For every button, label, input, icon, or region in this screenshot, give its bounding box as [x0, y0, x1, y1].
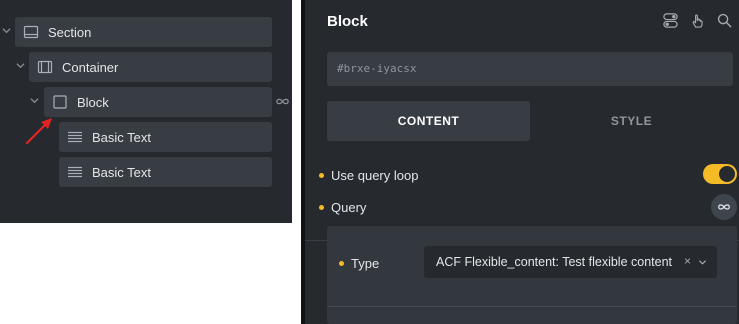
clear-icon[interactable]: ×: [684, 254, 691, 268]
text-lines-icon: [68, 166, 82, 178]
query-settings-popup: Type ACF Flexible_content: Test flexible…: [327, 226, 737, 324]
panel-header-actions: [662, 12, 733, 29]
block-icon: [53, 95, 67, 109]
chevron-down-icon[interactable]: [14, 52, 26, 82]
changed-indicator: [319, 173, 324, 178]
structure-item-label: Block: [77, 94, 109, 110]
text-lines-icon: [68, 131, 82, 143]
toggle-knob: [719, 166, 735, 182]
chevron-down-icon[interactable]: [0, 17, 12, 47]
structure-item-label: Section: [48, 24, 92, 40]
type-label: Type: [351, 256, 380, 271]
structure-item-label: Basic Text: [92, 164, 152, 180]
changed-indicator: [319, 205, 324, 210]
divider: [327, 306, 737, 307]
structure-item-section[interactable]: Section: [15, 17, 272, 47]
use-query-loop-control: Use query loop: [315, 164, 737, 188]
container-icon: [37, 60, 53, 74]
block-settings-panel: Block #brxe-iyacsx CONTENT STYLE Use que…: [301, 0, 739, 324]
section-icon: [23, 25, 39, 39]
search-icon[interactable]: [716, 12, 733, 29]
tab-style[interactable]: STYLE: [530, 101, 733, 141]
structure-item-label: Container: [62, 59, 119, 75]
use-query-loop-label: Use query loop: [331, 168, 419, 183]
structure-panel: Section Container Block Basic Text Basic…: [0, 0, 292, 223]
use-query-loop-toggle[interactable]: [703, 164, 737, 184]
type-select-value: ACF Flexible_content: Test flexible cont…: [436, 255, 673, 269]
query-label: Query: [331, 200, 367, 215]
red-arrow-icon: [25, 118, 52, 145]
query-control: Query: [315, 194, 737, 220]
element-id-field[interactable]: #brxe-iyacsx: [327, 52, 733, 86]
settings-tabs: CONTENT STYLE: [327, 101, 733, 141]
infinity-icon: [276, 98, 289, 105]
infinity-icon: [718, 204, 730, 210]
toggle-switch-icon[interactable]: [662, 12, 679, 29]
type-select[interactable]: ACF Flexible_content: Test flexible cont…: [424, 246, 717, 278]
structure-item-container[interactable]: Container: [29, 52, 272, 82]
query-settings-button[interactable]: [711, 194, 737, 220]
changed-indicator: [339, 261, 344, 266]
structure-item-basic-text[interactable]: Basic Text: [59, 122, 272, 152]
panel-title: Block: [327, 13, 368, 30]
structure-item-basic-text[interactable]: Basic Text: [59, 157, 272, 187]
chevron-down-icon[interactable]: [28, 87, 40, 117]
chevron-down-icon[interactable]: [698, 258, 707, 267]
touch-hand-icon[interactable]: [689, 12, 706, 29]
tab-content[interactable]: CONTENT: [327, 101, 530, 141]
structure-item-block[interactable]: Block: [44, 87, 272, 117]
structure-item-label: Basic Text: [92, 129, 152, 145]
